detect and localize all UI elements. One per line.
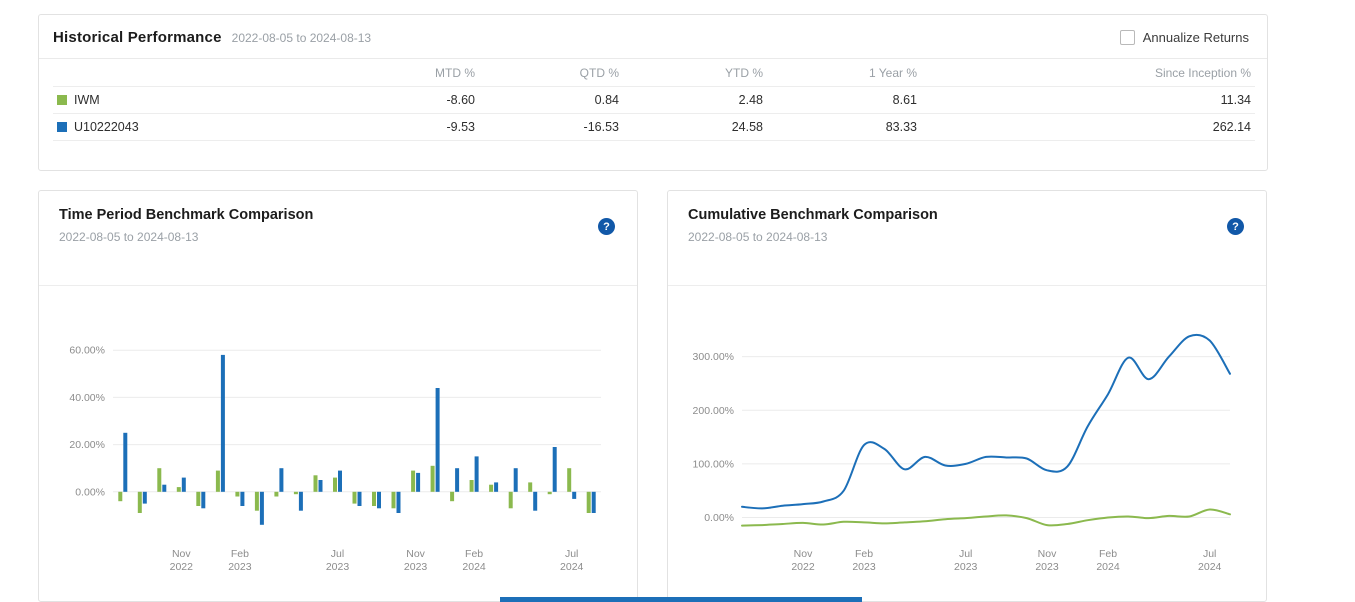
svg-text:Nov: Nov <box>1038 548 1057 560</box>
svg-text:60.00%: 60.00% <box>69 345 105 357</box>
historical-date-range: 2022-08-05 to 2024-08-13 <box>232 31 371 45</box>
account-mtd-value: -9.53 <box>363 114 479 141</box>
historical-performance-title: Historical Performance <box>53 29 222 46</box>
table-row-iwm: IWM -8.60 0.84 2.48 8.61 11.34 <box>53 87 1255 114</box>
svg-text:Nov: Nov <box>794 548 813 560</box>
svg-text:Jul: Jul <box>331 548 344 560</box>
svg-text:Nov: Nov <box>172 548 191 560</box>
svg-text:2023: 2023 <box>326 561 350 573</box>
cumulative-benchmark-card: Cumulative Benchmark Comparison 2022-08-… <box>667 190 1267 602</box>
svg-text:Feb: Feb <box>1099 548 1117 560</box>
help-icon[interactable]: ? <box>1227 218 1244 235</box>
col-header-mtd: MTD % <box>363 59 479 87</box>
account-ytd-value: 24.58 <box>623 114 767 141</box>
svg-text:0.00%: 0.00% <box>75 486 105 498</box>
svg-text:2024: 2024 <box>560 561 584 573</box>
annualize-returns-toggle[interactable]: Annualize Returns <box>1120 30 1249 45</box>
col-header-ytd: YTD % <box>623 59 767 87</box>
svg-text:200.00%: 200.00% <box>693 405 734 417</box>
svg-text:2023: 2023 <box>404 561 428 573</box>
iwm-1year-value: 8.61 <box>767 87 921 114</box>
row-label-iwm: IWM <box>74 93 100 107</box>
col-header-1year: 1 Year % <box>767 59 921 87</box>
iwm-ytd-value: 2.48 <box>623 87 767 114</box>
account-legend-swatch <box>57 122 67 132</box>
svg-text:Jul: Jul <box>1203 548 1216 560</box>
iwm-qtd-value: 0.84 <box>479 87 623 114</box>
time-period-chart-date-range: 2022-08-05 to 2024-08-13 <box>59 230 617 244</box>
svg-text:Feb: Feb <box>465 548 483 560</box>
cumulative-benchmark-line-chart[interactable]: 0.00%100.00%200.00%300.00%Nov2022Feb2023… <box>680 295 1240 585</box>
annualize-returns-checkbox[interactable] <box>1120 30 1135 45</box>
question-mark-glyph: ? <box>1232 221 1239 233</box>
chart-header-divider <box>39 285 637 286</box>
historical-performance-card: Historical Performance 2022-08-05 to 202… <box>38 14 1268 171</box>
account-1year-value: 83.33 <box>767 114 921 141</box>
question-mark-glyph: ? <box>603 221 610 233</box>
row-label-u10222043: U10222043 <box>74 120 139 134</box>
bottom-blue-strip <box>500 597 862 602</box>
svg-text:2024: 2024 <box>1198 561 1222 573</box>
chart-header-divider <box>668 285 1266 286</box>
table-row-u10222043: U10222043 -9.53 -16.53 24.58 83.33 262.1… <box>53 114 1255 141</box>
svg-text:2023: 2023 <box>852 561 876 573</box>
svg-text:300.00%: 300.00% <box>693 351 734 363</box>
svg-text:40.00%: 40.00% <box>69 392 105 404</box>
account-qtd-value: -16.53 <box>479 114 623 141</box>
performance-table: MTD % QTD % YTD % 1 Year % Since Incepti… <box>53 59 1255 141</box>
help-icon[interactable]: ? <box>598 218 615 235</box>
period-benchmark-bar-chart[interactable]: 0.00%20.00%40.00%60.00%Nov2022Feb2023Jul… <box>51 295 611 585</box>
iwm-since-inception-value: 11.34 <box>921 87 1255 114</box>
col-header-since-inception: Since Inception % <box>921 59 1255 87</box>
col-header-instrument <box>53 59 363 87</box>
svg-text:2023: 2023 <box>1035 561 1059 573</box>
svg-text:Jul: Jul <box>959 548 972 560</box>
row-label-cell: U10222043 <box>53 114 363 141</box>
svg-text:2022: 2022 <box>170 561 194 573</box>
col-header-qtd: QTD % <box>479 59 623 87</box>
annualize-returns-label: Annualize Returns <box>1143 30 1249 45</box>
account-since-inception-value: 262.14 <box>921 114 1255 141</box>
svg-text:Nov: Nov <box>406 548 425 560</box>
svg-text:20.00%: 20.00% <box>69 439 105 451</box>
historical-performance-header: Historical Performance 2022-08-05 to 202… <box>39 15 1267 59</box>
svg-text:0.00%: 0.00% <box>704 512 734 524</box>
time-period-chart-title: Time Period Benchmark Comparison <box>59 207 617 223</box>
svg-text:Feb: Feb <box>231 548 249 560</box>
iwm-mtd-value: -8.60 <box>363 87 479 114</box>
row-label-cell: IWM <box>53 87 363 114</box>
svg-text:2024: 2024 <box>462 561 486 573</box>
performance-table-header-row: MTD % QTD % YTD % 1 Year % Since Incepti… <box>53 59 1255 87</box>
svg-text:Jul: Jul <box>565 548 578 560</box>
svg-text:2023: 2023 <box>228 561 252 573</box>
svg-text:100.00%: 100.00% <box>693 458 734 470</box>
svg-text:Feb: Feb <box>855 548 873 560</box>
time-period-benchmark-card: Time Period Benchmark Comparison 2022-08… <box>38 190 638 602</box>
svg-text:2023: 2023 <box>954 561 978 573</box>
cumulative-chart-title: Cumulative Benchmark Comparison <box>688 207 1246 223</box>
iwm-legend-swatch <box>57 95 67 105</box>
svg-text:2024: 2024 <box>1096 561 1120 573</box>
cumulative-chart-date-range: 2022-08-05 to 2024-08-13 <box>688 230 1246 244</box>
portfolio-analytics-page: Historical Performance 2022-08-05 to 202… <box>0 0 1355 602</box>
svg-text:2022: 2022 <box>791 561 815 573</box>
